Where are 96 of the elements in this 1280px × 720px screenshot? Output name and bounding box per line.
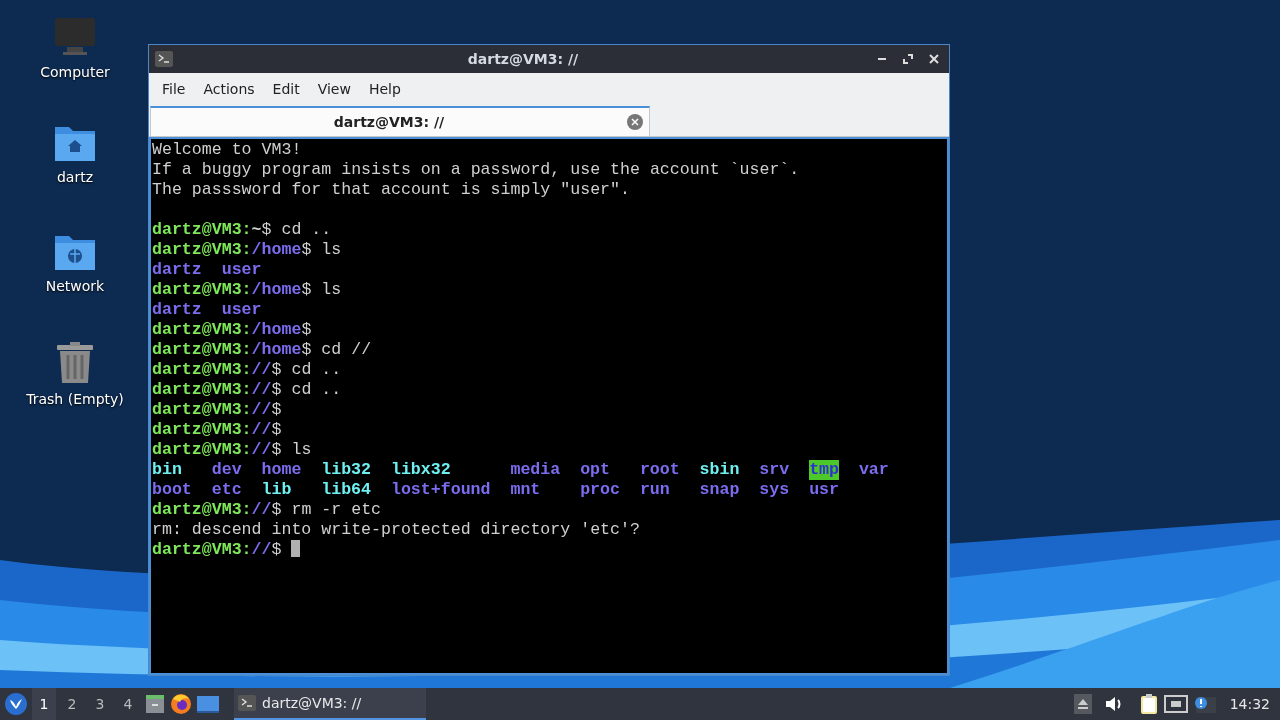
network-icon[interactable] [1163, 694, 1188, 714]
clock[interactable]: 14:32 [1229, 696, 1270, 712]
close-icon [929, 54, 939, 64]
file-name: srv [759, 460, 790, 480]
menu-item[interactable]: File [153, 80, 195, 97]
prompt-path: /home [251, 280, 302, 299]
file-name: libx32 [390, 460, 451, 480]
file-name: dev [211, 460, 242, 480]
trash-icon [55, 341, 95, 385]
prompt-host: dartz@VM3: [152, 400, 252, 419]
browser-icon[interactable] [170, 693, 192, 715]
prompt-host: dartz@VM3: [152, 440, 252, 459]
desktop-icon-label[interactable]: Network [45, 278, 105, 294]
desktop-icon-label[interactable]: Computer [40, 64, 110, 80]
file-name: lost+found [390, 480, 491, 500]
terminal-tab[interactable]: dartz@VM3: // [150, 106, 650, 136]
file-name: snap [699, 480, 740, 500]
file-name: media [510, 460, 561, 480]
command-text: $ [301, 320, 312, 339]
prompt-path: // [251, 420, 272, 439]
file-name: lib64 [321, 480, 372, 500]
file-name: mnt [510, 480, 541, 500]
file-name: boot [152, 480, 192, 500]
menu-item[interactable]: Edit [263, 80, 309, 97]
file-name: lib32 [321, 460, 372, 480]
close-tab-icon[interactable] [627, 114, 643, 130]
file-name: run [639, 480, 670, 500]
file-name: var [858, 460, 889, 480]
file-name: lib [261, 480, 292, 500]
workspace-button[interactable]: 1 [32, 688, 56, 720]
file-cabinet-icon[interactable] [144, 693, 166, 715]
command-text: $ cd .. [271, 380, 342, 399]
command-text: $ cd .. [271, 360, 342, 379]
command-text: $ [271, 540, 283, 559]
prompt-path: // [251, 360, 272, 379]
file-name: opt [580, 460, 610, 480]
file-name: dartz [152, 260, 202, 280]
file-name: root [639, 460, 680, 480]
prompt-host: dartz@VM3: [152, 420, 252, 439]
file-name: etc [211, 480, 242, 500]
eject-icon[interactable] [1073, 694, 1092, 714]
workspace-button[interactable]: 2 [60, 688, 84, 720]
file-name: bin [152, 460, 182, 480]
workspace-button[interactable]: 3 [88, 688, 112, 720]
prompt-path: /home [251, 240, 302, 259]
prompt-path: ~ [251, 220, 262, 239]
prompt-path: // [251, 440, 272, 459]
file-name: user [221, 260, 262, 280]
prompt-host: dartz@VM3: [152, 340, 252, 359]
desktop-icon-label[interactable]: Trash (Empty) [26, 391, 124, 407]
task-button[interactable]: dartz@VM3: // [234, 688, 426, 720]
prompt-path: // [251, 500, 272, 519]
prompt-host: dartz@VM3: [152, 500, 252, 519]
output-text: Welcome to VM3! [152, 140, 302, 159]
prompt-host: dartz@VM3: [152, 320, 252, 339]
window-title: dartz@VM3: // [466, 51, 580, 67]
start-menu-icon[interactable] [4, 692, 28, 716]
prompt-host: dartz@VM3: [152, 220, 252, 239]
file-name: sys [759, 480, 790, 500]
prompt-host: dartz@VM3: [152, 380, 252, 399]
command-text: $ ls [301, 240, 342, 259]
prompt-host: dartz@VM3: [152, 540, 252, 559]
command-text: $ cd .. [261, 220, 332, 239]
file-name: tmp [809, 460, 839, 480]
command-text: $ rm -r etc [271, 500, 382, 519]
command-text: $ ls [271, 440, 312, 459]
prompt-host: dartz@VM3: [152, 360, 252, 379]
file-name: usr [809, 480, 839, 500]
command-text: $ [271, 420, 282, 439]
output-text: The passsword for that account is simply "user". [152, 180, 630, 199]
output-text: If a buggy program insists on a password, use the account `user`. [152, 160, 800, 179]
menu-item[interactable]: Help [359, 80, 410, 97]
terminal-icon [238, 695, 256, 711]
desktop-icon-label[interactable]: dartz [56, 169, 94, 185]
prompt-path: // [251, 380, 272, 399]
file-name: sbin [699, 460, 740, 480]
prompt-path: // [251, 540, 272, 559]
prompt-host: dartz@VM3: [152, 240, 252, 259]
output-text: rm: descend into write-protected directory 'etc'? [152, 520, 640, 539]
file-name: dartz [152, 300, 202, 320]
file-name: home [261, 460, 302, 480]
workspace-button[interactable]: 4 [116, 688, 140, 720]
prompt-host: dartz@VM3: [152, 280, 252, 299]
prompt-path: /home [251, 340, 302, 359]
desktop-icon[interactable] [196, 694, 220, 714]
file-name: user [221, 300, 262, 320]
command-text: $ ls [301, 280, 342, 299]
command-text: $ cd // [301, 340, 372, 359]
prompt-path: /home [251, 320, 302, 339]
terminal-icon [155, 51, 173, 67]
menu-item[interactable]: Actions [194, 80, 264, 97]
maximize-icon [903, 54, 913, 64]
file-name: proc [580, 480, 620, 500]
prompt-path: // [251, 400, 272, 419]
menu-item[interactable]: View [308, 80, 360, 97]
command-text: $ [271, 400, 282, 419]
